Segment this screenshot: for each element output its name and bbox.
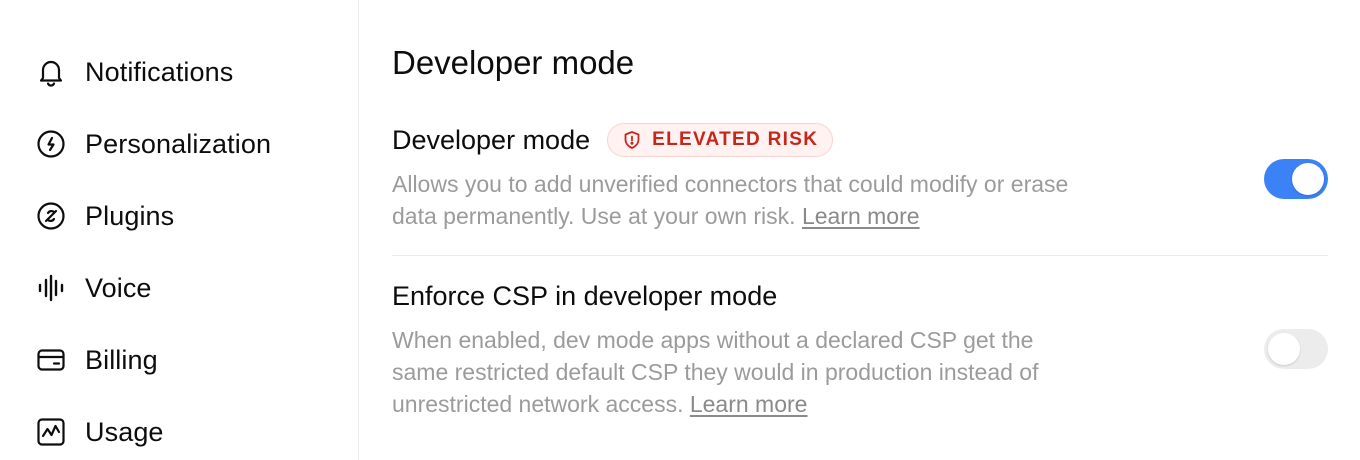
toggle-knob xyxy=(1268,333,1300,365)
enforce-csp-toggle[interactable] xyxy=(1264,329,1328,369)
credit-card-icon xyxy=(34,343,68,377)
plugins-icon xyxy=(34,199,68,233)
waveform-icon xyxy=(34,271,68,305)
sidebar-item-personalization[interactable]: Personalization xyxy=(34,108,334,180)
description-text: Allows you to add unverified connectors … xyxy=(392,171,1069,229)
sidebar-nav: Notifications Personalization Plugins Vo… xyxy=(34,36,334,460)
sidebar-item-notifications[interactable]: Notifications xyxy=(34,36,334,108)
sidebar-item-voice[interactable]: Voice xyxy=(34,252,334,324)
setting-description: When enabled, dev mode apps without a de… xyxy=(392,324,1092,420)
setting-divider xyxy=(392,255,1328,256)
chart-icon xyxy=(34,415,68,449)
sidebar-item-label: Billing xyxy=(85,344,158,375)
sidebar-item-label: Plugins xyxy=(85,200,175,231)
sidebar-item-billing[interactable]: Billing xyxy=(34,324,334,396)
learn-more-link[interactable]: Learn more xyxy=(802,203,920,229)
elevated-risk-badge: ELEVATED RISK xyxy=(607,123,834,157)
shield-alert-icon xyxy=(624,131,640,149)
toggle-knob xyxy=(1292,163,1324,195)
badge-label: ELEVATED RISK xyxy=(652,129,819,150)
settings-window: Notifications Personalization Plugins Vo… xyxy=(0,0,1360,460)
learn-more-link[interactable]: Learn more xyxy=(690,391,808,417)
settings-sidebar: Notifications Personalization Plugins Vo… xyxy=(0,0,359,460)
sidebar-item-label: Notifications xyxy=(85,56,234,87)
personalization-icon xyxy=(34,127,68,161)
sidebar-item-label: Personalization xyxy=(85,128,272,159)
developer-mode-toggle[interactable] xyxy=(1264,159,1328,199)
sidebar-item-label: Voice xyxy=(85,272,152,303)
setting-title: Enforce CSP in developer mode xyxy=(392,280,778,311)
developer-mode-setting: Developer mode ELEVATED RISK Allows you … xyxy=(392,120,1327,232)
enforce-csp-setting: Enforce CSP in developer mode When enabl… xyxy=(392,276,1327,420)
setting-description: Allows you to add unverified connectors … xyxy=(392,168,1092,232)
sidebar-item-usage[interactable]: Usage xyxy=(34,396,334,460)
setting-title: Developer mode xyxy=(392,124,591,155)
page-title: Developer mode xyxy=(392,44,635,81)
partial-icon xyxy=(36,0,66,6)
sidebar-item-plugins[interactable]: Plugins xyxy=(34,180,334,252)
sidebar-item-label: Usage xyxy=(85,416,164,447)
bell-icon xyxy=(34,55,68,89)
setting-title-row: Developer mode ELEVATED RISK xyxy=(392,120,1327,160)
settings-content: Developer mode Developer mode ELEVATED R… xyxy=(359,0,1360,460)
setting-title-row: Enforce CSP in developer mode xyxy=(392,276,1327,316)
